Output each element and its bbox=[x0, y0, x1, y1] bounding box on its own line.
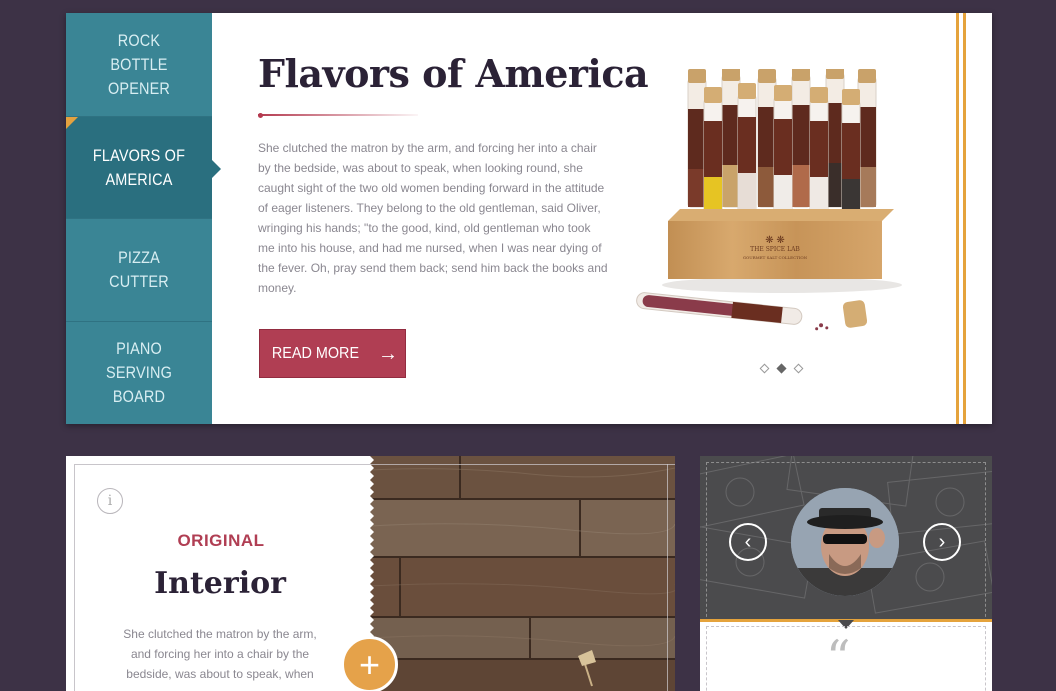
fallen-salt-tube bbox=[636, 292, 829, 331]
info-icon[interactable]: i bbox=[97, 488, 123, 514]
kicker-label: Original bbox=[177, 531, 265, 550]
arrow-right-icon: → bbox=[377, 342, 398, 365]
prev-arrow-icon[interactable]: ‹ bbox=[729, 523, 767, 561]
slider-dot[interactable] bbox=[759, 363, 770, 374]
tab-piano-serving-board[interactable]: Piano Serving Board bbox=[66, 322, 212, 424]
brand-engraving: THE SPICE LAB bbox=[750, 246, 800, 253]
quote-icon: “ bbox=[826, 630, 851, 686]
card-description: She clutched the matron by the arm, and … bbox=[123, 627, 317, 681]
tab-label: Flavors of America bbox=[92, 145, 186, 189]
interior-card: i Original Interior She clutched the mat… bbox=[66, 456, 675, 691]
slider-pagination bbox=[759, 363, 804, 374]
tab-rock-bottle-opener[interactable]: Rock Bottle Opener bbox=[66, 13, 212, 117]
read-more-button[interactable]: Read More → bbox=[259, 329, 406, 378]
slider-dot-active[interactable] bbox=[776, 363, 787, 374]
product-image: THE SPICE LAB GOURMET SALT COLLECTION ❋ … bbox=[636, 69, 902, 331]
tab-label: Rock Bottle Opener bbox=[107, 30, 171, 98]
gold-accent-line bbox=[963, 13, 966, 424]
title-divider bbox=[258, 114, 418, 116]
product-title: Flavors of America bbox=[258, 51, 649, 96]
plus-icon[interactable]: + bbox=[341, 636, 398, 691]
tab-label: Piano Serving Board bbox=[106, 339, 172, 406]
next-arrow-icon[interactable]: › bbox=[923, 523, 961, 561]
active-corner-marker bbox=[66, 117, 78, 129]
product-description: She clutched the matron by the arm, and … bbox=[258, 141, 608, 295]
tab-pizza-cutter[interactable]: Pizza Cutter bbox=[66, 219, 212, 322]
tab-label: Pizza Cutter bbox=[109, 248, 169, 291]
product-tabs: Rock Bottle Opener Flavors of America Pi… bbox=[66, 13, 221, 424]
testimonial-card: ‹ › “ bbox=[700, 456, 992, 691]
wood-background-image bbox=[370, 456, 675, 691]
wooden-stand: THE SPICE LAB GOURMET SALT COLLECTION ❋ … bbox=[668, 209, 894, 279]
featured-product-slider: Rock Bottle Opener Flavors of America Pi… bbox=[66, 13, 992, 424]
card-title: Interior bbox=[154, 566, 286, 601]
active-tab-pointer bbox=[212, 160, 221, 178]
avatar bbox=[791, 488, 899, 596]
tab-flavors-of-america[interactable]: Flavors of America bbox=[66, 117, 221, 219]
svg-text:❋ ❋: ❋ ❋ bbox=[765, 235, 785, 246]
gold-accent-line bbox=[956, 13, 959, 424]
read-more-label: Read More bbox=[271, 344, 360, 362]
slider-dot[interactable] bbox=[793, 363, 804, 374]
brand-sub-engraving: GOURMET SALT COLLECTION bbox=[743, 255, 808, 260]
